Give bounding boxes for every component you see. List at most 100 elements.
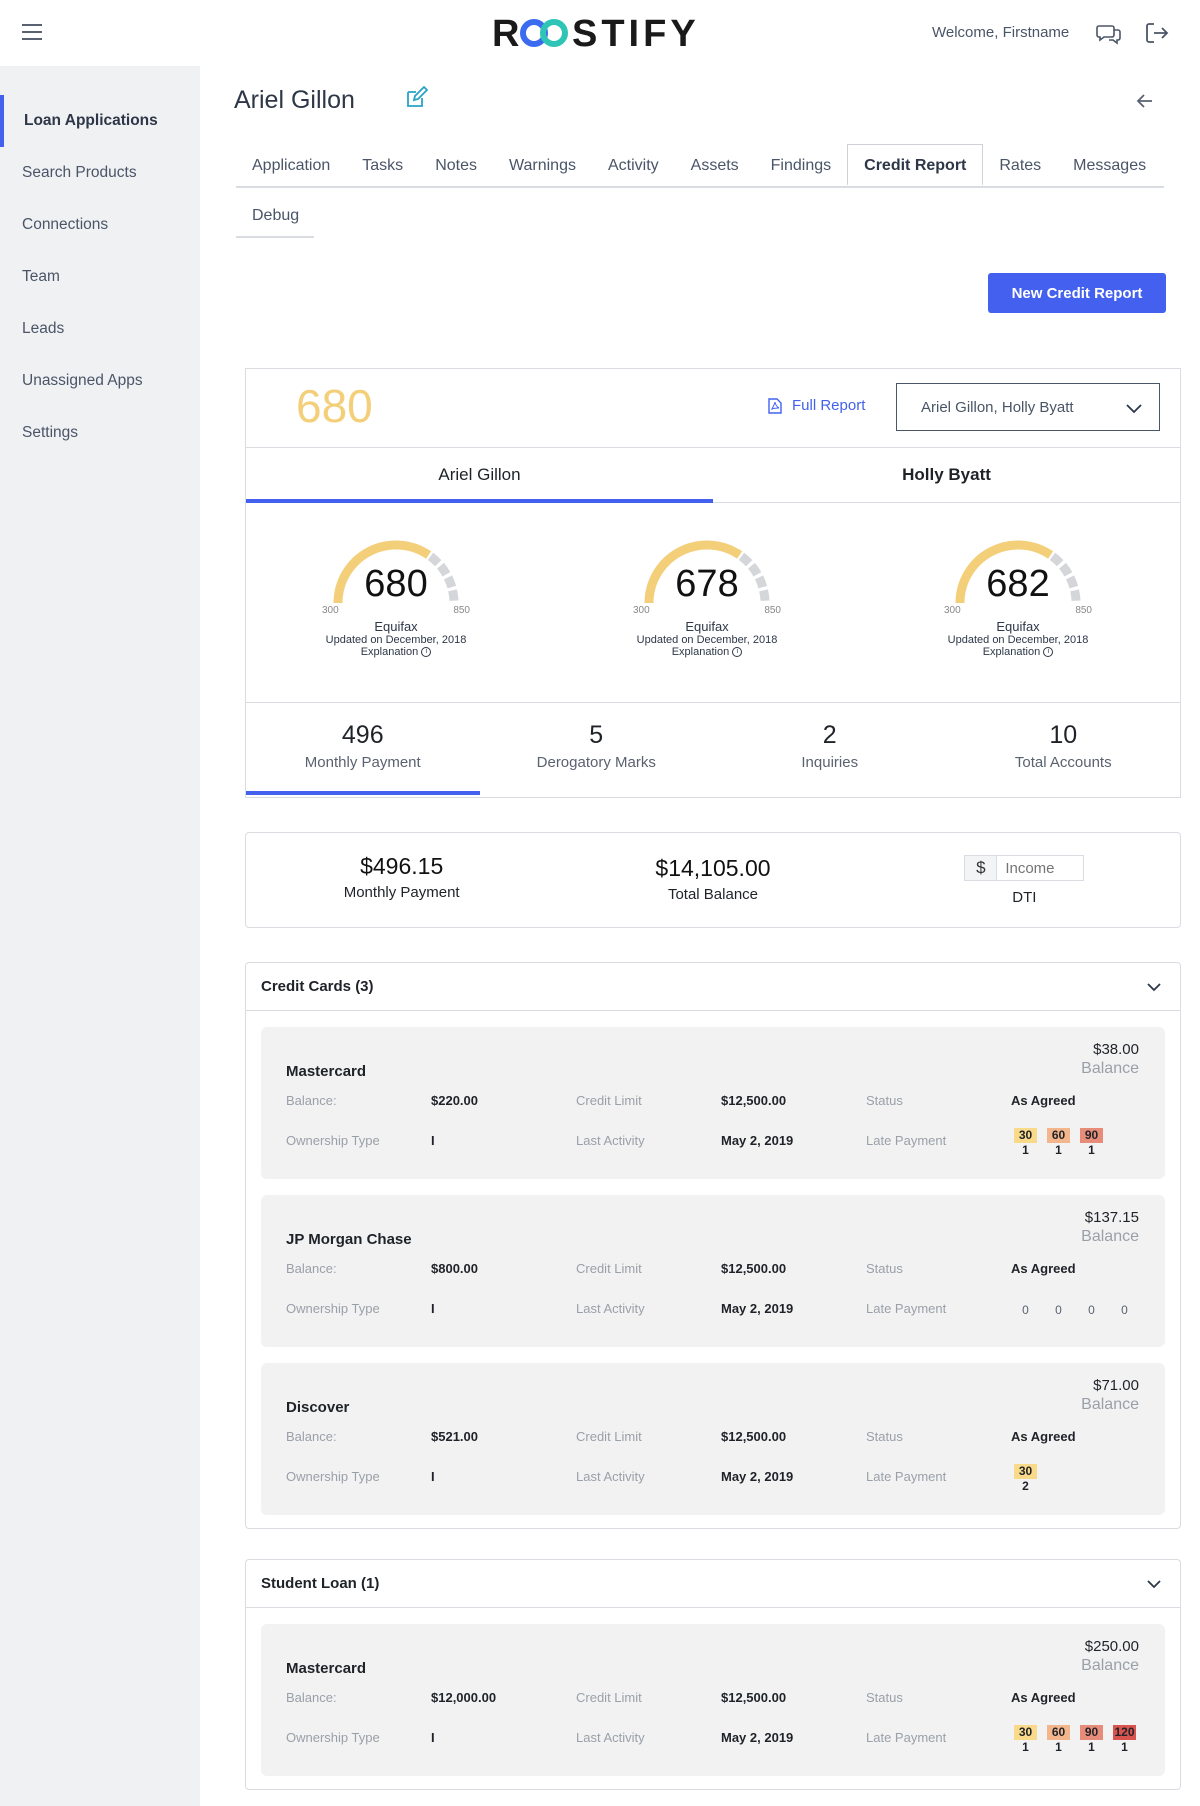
tab-notes[interactable]: Notes <box>419 146 493 186</box>
late-days-badge: 90 <box>1080 1725 1103 1740</box>
account-card[interactable]: Mastercard $250.00 Balance Balance: $12,000.… <box>261 1624 1165 1776</box>
account-top-balance: $137.15 <box>1084 1209 1139 1226</box>
gauge-min: 300 <box>633 605 650 616</box>
gauge-updated: Updated on December, 2018 <box>325 634 467 646</box>
late-count: 0 <box>1088 1303 1095 1317</box>
tab-rates[interactable]: Rates <box>983 146 1057 186</box>
stat-total-accounts[interactable]: 10 Total Accounts <box>947 703 1181 797</box>
explanation-link[interactable]: Explanation i <box>928 646 1108 658</box>
sidebar-item-settings[interactable]: Settings <box>0 407 200 459</box>
svg-text:R: R <box>492 13 522 55</box>
late-days-badge: 120 <box>1113 1725 1136 1740</box>
borrower-select-value: Ariel Gillon, Holly Byatt <box>921 398 1074 416</box>
income-input[interactable] <box>997 856 1084 880</box>
late-payment-item: 30 1 <box>1014 1128 1037 1157</box>
summary-total-balance: $14,105.00 Total Balance <box>557 833 868 927</box>
account-name: Mastercard <box>286 1660 367 1677</box>
credit-cards-header[interactable]: Credit Cards (3) <box>246 963 1180 1011</box>
sidebar-item-team[interactable]: Team <box>0 251 200 303</box>
chevron-down-icon <box>1126 404 1142 414</box>
account-top-balance-label: Balance <box>1081 1228 1139 1245</box>
account-card[interactable]: Mastercard $38.00 Balance Balance: $220.00 Cr… <box>261 1027 1165 1179</box>
tab-messages[interactable]: Messages <box>1057 146 1162 186</box>
logout-icon[interactable] <box>1144 20 1170 46</box>
top-bar: R STIFY Welcome, Firstname <box>0 0 1200 66</box>
gauge-score: 678 <box>675 563 739 605</box>
roostify-logo[interactable]: R STIFY <box>492 10 738 56</box>
account-top-balance-label: Balance <box>1081 1396 1139 1413</box>
tab-activity[interactable]: Activity <box>592 146 675 186</box>
stat-value: 2 <box>822 721 837 749</box>
account-top-balance-label: Balance <box>1081 1060 1139 1077</box>
student-loan-header[interactable]: Student Loan (1) <box>246 1560 1180 1608</box>
account-top-balance: $250.00 <box>1084 1638 1139 1655</box>
sidebar-item-unassigned-apps[interactable]: Unassigned Apps <box>0 355 200 407</box>
status-value: As Agreed <box>1011 1261 1076 1276</box>
tab-tasks[interactable]: Tasks <box>346 146 419 186</box>
sidebar-item-loan-applications[interactable]: Loan Applications <box>0 95 200 147</box>
stat-label: Inquiries <box>801 754 859 771</box>
late-payment-label: Late Payment <box>866 1469 947 1484</box>
late-days-badge: 30 <box>1014 1464 1037 1479</box>
gauge-updated: Updated on December, 2018 <box>947 634 1089 646</box>
tab-credit-report[interactable]: Credit Report <box>847 144 984 186</box>
gauge-updated: Updated on December, 2018 <box>636 634 778 646</box>
account-card[interactable]: Discover $71.00 Balance Balance: $521.00 Cred… <box>261 1363 1165 1515</box>
gauge-bureau: Equifax <box>374 619 418 634</box>
explanation-link[interactable]: Explanation i <box>617 646 797 658</box>
ownership-value: I <box>431 1133 435 1148</box>
stat-value: 5 <box>589 721 604 749</box>
tab-warnings[interactable]: Warnings <box>493 146 592 186</box>
chat-icon[interactable] <box>1096 20 1122 46</box>
last-activity-value: May 2, 2019 <box>721 1730 794 1745</box>
account-card[interactable]: JP Morgan Chase $137.15 Balance Balance: $80… <box>261 1195 1165 1347</box>
income-field[interactable]: $ <box>964 855 1085 881</box>
stat-inquiries[interactable]: 2 Inquiries <box>713 703 947 797</box>
late-count: 1 <box>1022 1143 1029 1157</box>
balance-label: Balance: <box>286 1690 337 1705</box>
account-list: Mastercard $250.00 Balance Balance: $12,000.… <box>246 1624 1180 1776</box>
credit-limit-label: Credit Limit <box>576 1093 642 1108</box>
dollar-sign: $ <box>965 856 998 880</box>
sidebar-item-search-products[interactable]: Search Products <box>0 147 200 199</box>
borrower-select[interactable]: Ariel Gillon, Holly Byatt <box>896 383 1160 431</box>
bureau-gauges: 680 300 850 Equifax Updated on December, 201… <box>246 503 1180 703</box>
status-value: As Agreed <box>1011 1093 1076 1108</box>
tab-application[interactable]: Application <box>236 146 346 186</box>
tab-borrower-ariel-gillon[interactable]: Ariel Gillon <box>246 448 713 503</box>
summary-value: $496.15 <box>360 853 444 879</box>
menu-icon[interactable] <box>22 24 42 40</box>
credit-score-gauge: 678 300 850 Equifax Updated on December, 201… <box>617 525 797 658</box>
explanation-link[interactable]: Explanation i <box>306 646 486 658</box>
tab-debug[interactable]: Debug <box>236 196 314 236</box>
balance-label: Balance: <box>286 1093 337 1108</box>
tab-borrower-holly-byatt[interactable]: Holly Byatt <box>713 448 1180 502</box>
student-loan-section: Student Loan (1) Mastercard $250.00 Balanc… <box>245 1559 1181 1790</box>
credit-limit-value: $12,500.00 <box>721 1429 787 1444</box>
late-count: 0 <box>1121 1303 1128 1317</box>
gauge-bureau: Equifax <box>996 619 1040 634</box>
late-payment-zeros: 0 0 0 0 <box>1021 1303 1129 1317</box>
stat-monthly-payment[interactable]: 496 Monthly Payment <box>246 703 480 797</box>
full-report-label: Full Report <box>792 397 866 414</box>
ownership-label: Ownership Type <box>286 1133 380 1148</box>
status-label: Status <box>866 1690 903 1705</box>
late-days-badge: 90 <box>1080 1128 1103 1143</box>
status-label: Status <box>866 1261 903 1276</box>
full-report-link[interactable]: Full Report <box>768 397 865 414</box>
account-name: Discover <box>286 1399 350 1416</box>
late-count: 1 <box>1121 1740 1128 1754</box>
tab-findings[interactable]: Findings <box>755 146 847 186</box>
new-credit-report-button[interactable]: New Credit Report <box>988 273 1166 313</box>
edit-icon[interactable] <box>404 86 428 110</box>
sidebar-item-leads[interactable]: Leads <box>0 303 200 355</box>
stat-derogatory-marks[interactable]: 5 Derogatory Marks <box>480 703 714 797</box>
sidebar-item-connections[interactable]: Connections <box>0 199 200 251</box>
late-count: 1 <box>1055 1143 1062 1157</box>
back-arrow-icon[interactable] <box>1134 90 1156 112</box>
tab-assets[interactable]: Assets <box>675 146 755 186</box>
balance-value: $220.00 <box>431 1093 478 1108</box>
summary-label: Monthly Payment <box>343 884 460 901</box>
balance-label: Balance: <box>286 1429 337 1444</box>
balance-label: Balance: <box>286 1261 337 1276</box>
